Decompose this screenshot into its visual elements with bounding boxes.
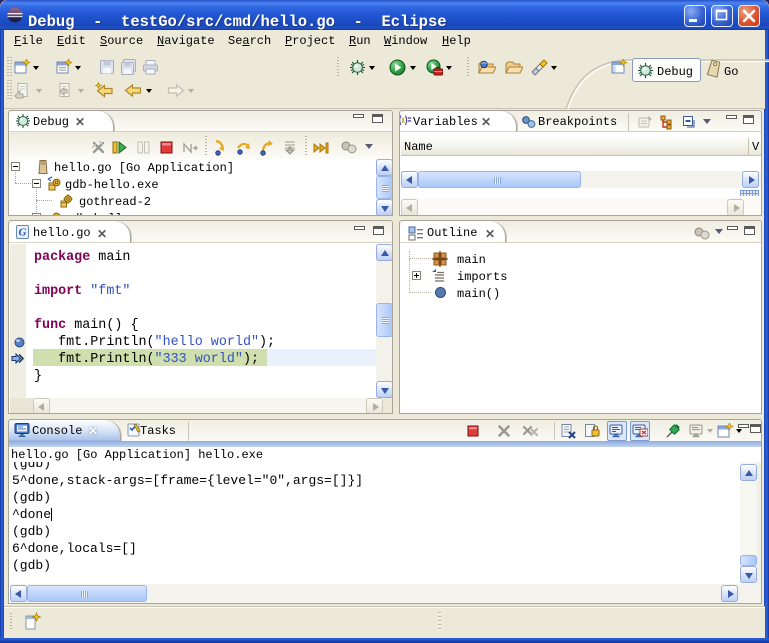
- svg-text:G: G: [19, 227, 27, 239]
